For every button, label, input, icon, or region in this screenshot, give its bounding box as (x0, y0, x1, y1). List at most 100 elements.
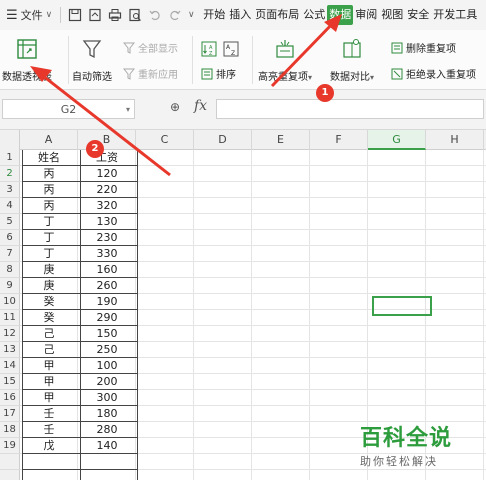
row-header[interactable]: 6 (0, 230, 20, 246)
column-header-c[interactable]: C (136, 130, 194, 150)
cell-a-row[interactable]: 丙 (20, 182, 78, 198)
auto-filter-button[interactable]: 自动筛选 (72, 36, 112, 83)
cell-a-row[interactable]: 己 (20, 342, 78, 358)
cell-b-row[interactable]: 140 (78, 438, 136, 454)
cell-b-row[interactable]: 150 (78, 326, 136, 342)
cell-a-row[interactable]: 戊 (20, 438, 78, 454)
row-header[interactable] (0, 454, 20, 470)
cell-b-row[interactable]: 290 (78, 310, 136, 326)
tab-page-layout[interactable]: 页面布局 (253, 5, 301, 25)
cell-a-row[interactable]: 甲 (20, 358, 78, 374)
row-header[interactable]: 8 (0, 262, 20, 278)
cell-a-row[interactable]: 丙 (20, 166, 78, 182)
column-header-f[interactable]: F (310, 130, 368, 150)
cell-b-row[interactable]: 260 (78, 278, 136, 294)
reapply-button[interactable]: 重新应用 (122, 66, 178, 81)
cell-a-row[interactable]: 壬 (20, 422, 78, 438)
selected-cell-g2[interactable] (372, 296, 432, 316)
row-header[interactable] (0, 470, 20, 480)
pivot-table-button[interactable]: 数据透视表 (2, 36, 52, 83)
cell-b-row[interactable]: 160 (78, 262, 136, 278)
cell-a-row[interactable]: 丁 (20, 246, 78, 262)
column-header-d[interactable]: D (194, 130, 252, 150)
row-header[interactable]: 2 (0, 166, 20, 182)
cell-a-row[interactable]: 癸 (20, 310, 78, 326)
cell-b-row[interactable]: 180 (78, 406, 136, 422)
row-header[interactable]: 18 (0, 422, 20, 438)
cell-a-row[interactable]: 己 (20, 326, 78, 342)
column-header-a[interactable]: A (20, 130, 78, 150)
cell-b-row[interactable]: 200 (78, 374, 136, 390)
tab-security[interactable]: 安全 (405, 5, 431, 25)
row-header[interactable]: 4 (0, 198, 20, 214)
row-header[interactable]: 17 (0, 406, 20, 422)
cell-b-row[interactable]: 220 (78, 182, 136, 198)
cell-a-row[interactable]: 丁 (20, 214, 78, 230)
sort-button[interactable]: 排序 (200, 66, 236, 81)
reject-duplicates-button[interactable]: 拒绝录入重复项 (390, 66, 476, 81)
name-box[interactable]: G2 ▾ (2, 99, 135, 119)
row-header[interactable]: 12 (0, 326, 20, 342)
cell-b-row[interactable]: 320 (78, 198, 136, 214)
formula-input[interactable] (216, 99, 484, 119)
more-chevron-icon[interactable]: ∨ (185, 5, 197, 25)
remove-duplicates-button[interactable]: 删除重复项 (390, 40, 456, 55)
row-header[interactable]: 15 (0, 374, 20, 390)
tab-view[interactable]: 视图 (379, 5, 405, 25)
tab-data[interactable]: 数据 (327, 5, 354, 25)
row-header[interactable]: 10 (0, 294, 20, 310)
row-header[interactable]: 14 (0, 358, 20, 374)
cell-b-row[interactable]: 190 (78, 294, 136, 310)
row-header[interactable]: 3 (0, 182, 20, 198)
tab-insert[interactable]: 插入 (227, 5, 253, 25)
tab-developer[interactable]: 开发工具 (431, 5, 479, 25)
fx-icon[interactable]: fx (194, 98, 207, 114)
cell-a-row[interactable]: 癸 (20, 294, 78, 310)
print-icon[interactable] (105, 5, 125, 25)
redo-icon[interactable] (165, 5, 185, 25)
cell-b-row[interactable]: 250 (78, 342, 136, 358)
sort-ascending-button[interactable]: AZ (200, 40, 220, 58)
tab-review[interactable]: 审阅 (353, 5, 379, 25)
cell-a-row[interactable]: 甲 (20, 374, 78, 390)
cell-a-row[interactable]: 丁 (20, 230, 78, 246)
cell-a-row[interactable]: 姓名 (20, 150, 78, 166)
print-preview-icon[interactable] (125, 5, 145, 25)
file-menu-button[interactable]: ☰ 文件 ∨ (0, 0, 56, 30)
cell-b-row[interactable]: 300 (78, 390, 136, 406)
row-header[interactable]: 13 (0, 342, 20, 358)
tab-formulas[interactable]: 公式 (301, 5, 327, 25)
cell-b-row[interactable]: 330 (78, 246, 136, 262)
cell-b-row[interactable]: 120 (78, 166, 136, 182)
select-all-corner[interactable] (0, 130, 20, 150)
dropdown-caret-icon: ▾ (370, 73, 375, 82)
row-header[interactable]: 9 (0, 278, 20, 294)
column-header-h[interactable]: H (426, 130, 484, 150)
cell-a-row[interactable]: 丙 (20, 198, 78, 214)
row-header[interactable]: 7 (0, 246, 20, 262)
tab-home[interactable]: 开始 (201, 5, 227, 25)
export-pdf-icon[interactable] (85, 5, 105, 25)
magnifier-icon[interactable]: ⊕ (170, 100, 180, 114)
cell-a-row[interactable]: 庚 (20, 262, 78, 278)
cell-a-row[interactable]: 壬 (20, 406, 78, 422)
row-header[interactable]: 11 (0, 310, 20, 326)
row-header[interactable]: 1 (0, 150, 20, 166)
show-all-button[interactable]: 全部显示 (122, 40, 178, 55)
row-header[interactable]: 5 (0, 214, 20, 230)
row-header[interactable]: 16 (0, 390, 20, 406)
data-compare-button[interactable]: 数据对比▾ (330, 36, 374, 83)
save-icon[interactable] (65, 5, 85, 25)
cell-a-row[interactable]: 甲 (20, 390, 78, 406)
undo-icon[interactable] (145, 5, 165, 25)
cell-b-row[interactable]: 280 (78, 422, 136, 438)
sort-az-button[interactable]: AZ (222, 40, 242, 58)
column-header-e[interactable]: E (252, 130, 310, 150)
highlight-duplicates-button[interactable]: 高亮重复项▾ (258, 36, 312, 83)
column-header-g[interactable]: G (368, 130, 426, 150)
cell-b-row[interactable]: 230 (78, 230, 136, 246)
cell-b-row[interactable]: 130 (78, 214, 136, 230)
row-header[interactable]: 19 (0, 438, 20, 454)
cell-a-row[interactable]: 庚 (20, 278, 78, 294)
cell-b-row[interactable]: 100 (78, 358, 136, 374)
